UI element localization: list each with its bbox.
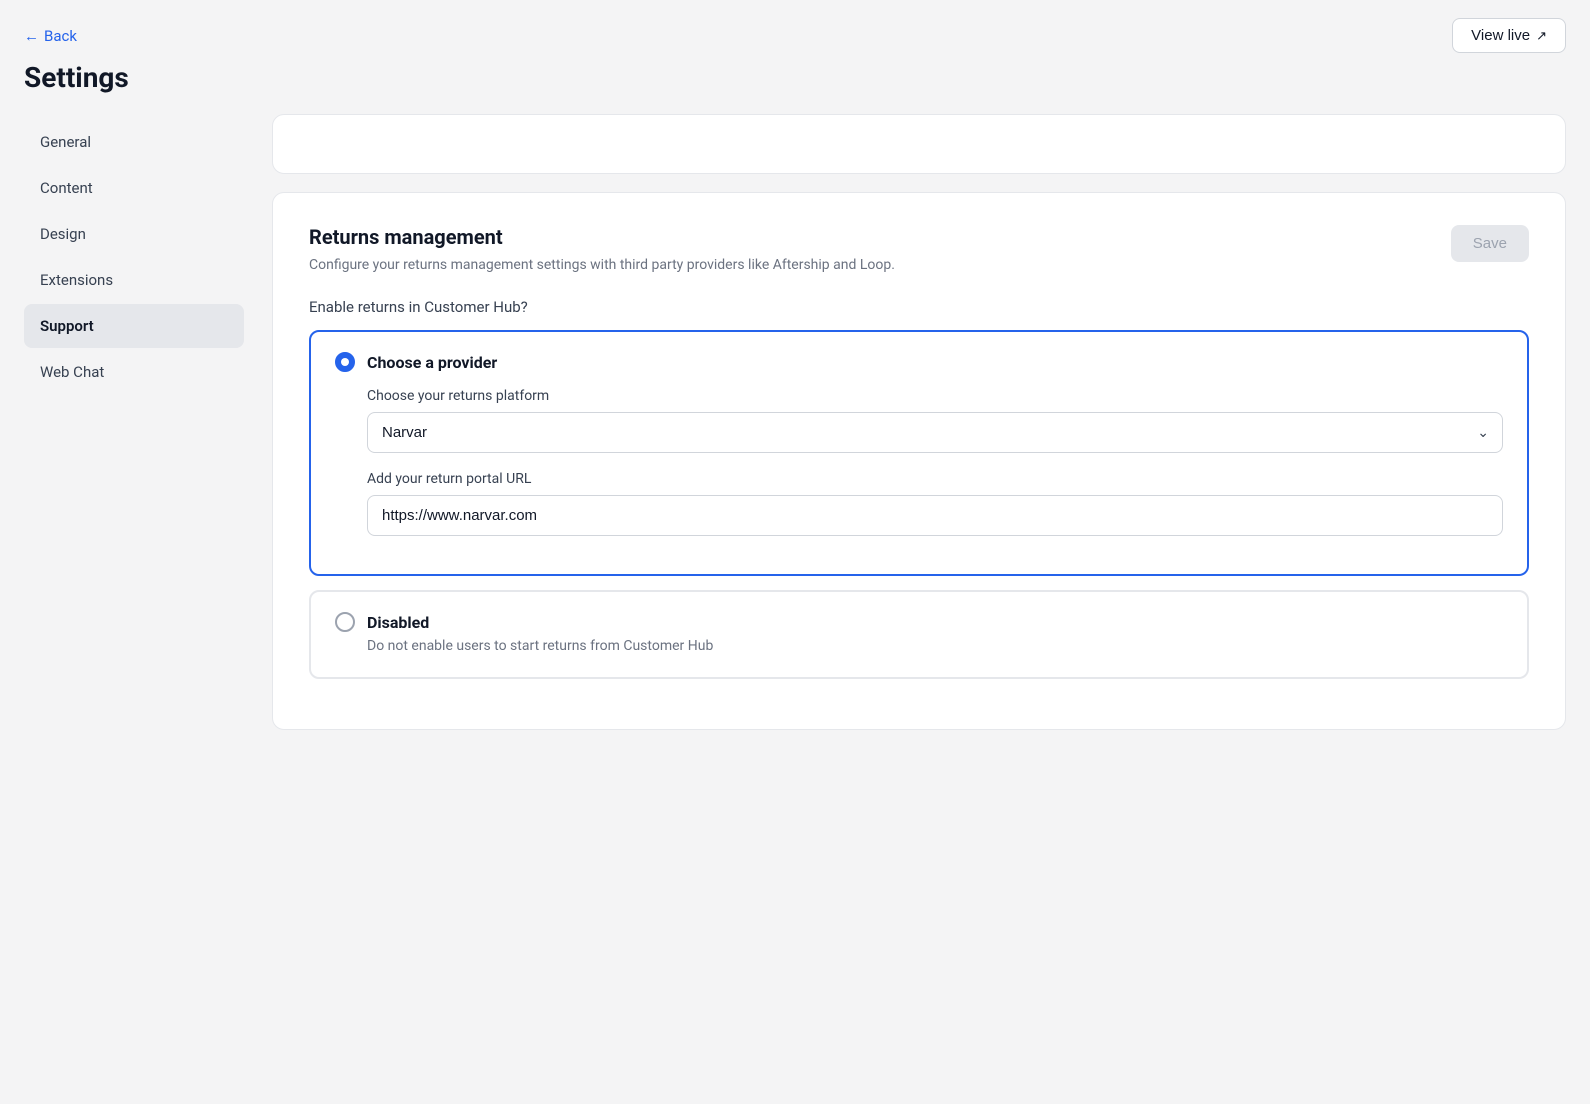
back-link[interactable]: ← Back bbox=[24, 27, 77, 45]
card-header-text: Returns management Configure your return… bbox=[309, 225, 895, 276]
platform-select[interactable]: Narvar Aftership Loop Happy Returns bbox=[367, 412, 1503, 453]
sidebar: General Content Design Extensions Suppor… bbox=[24, 114, 244, 748]
content-area: Returns management Configure your return… bbox=[244, 114, 1566, 748]
partial-top-card bbox=[272, 114, 1566, 174]
disabled-radio-button[interactable] bbox=[335, 612, 355, 632]
provider-radio-button[interactable] bbox=[335, 352, 355, 372]
url-field-label: Add your return portal URL bbox=[367, 471, 1503, 487]
sidebar-item-design-label: Design bbox=[40, 225, 86, 243]
sidebar-item-web-chat[interactable]: Web Chat bbox=[24, 350, 244, 394]
returns-management-card: Returns management Configure your return… bbox=[272, 192, 1566, 730]
url-input[interactable] bbox=[367, 495, 1503, 536]
sidebar-item-extensions[interactable]: Extensions bbox=[24, 258, 244, 302]
view-live-label: View live bbox=[1471, 27, 1530, 44]
sidebar-item-general-label: General bbox=[40, 133, 91, 151]
provider-option-box[interactable]: Choose a provider Choose your returns pl… bbox=[309, 330, 1529, 576]
save-button[interactable]: Save bbox=[1451, 225, 1529, 262]
provider-option-label: Choose a provider bbox=[367, 353, 497, 372]
card-description: Configure your returns management settin… bbox=[309, 255, 895, 276]
disabled-option-label: Disabled bbox=[367, 613, 429, 632]
platform-field-label: Choose your returns platform bbox=[367, 388, 1503, 404]
sidebar-item-design[interactable]: Design bbox=[24, 212, 244, 256]
sidebar-item-content-label: Content bbox=[40, 179, 93, 197]
card-header: Returns management Configure your return… bbox=[309, 225, 1529, 276]
back-label: Back bbox=[44, 27, 77, 45]
page-title: Settings bbox=[24, 61, 1566, 94]
section-label: Enable returns in Customer Hub? bbox=[309, 298, 1529, 316]
card-title: Returns management bbox=[309, 225, 895, 249]
sidebar-item-web-chat-label: Web Chat bbox=[40, 363, 104, 381]
sidebar-item-support[interactable]: Support bbox=[24, 304, 244, 348]
disabled-radio-header: Disabled bbox=[335, 612, 1503, 632]
platform-select-wrapper: Narvar Aftership Loop Happy Returns ⌄ bbox=[367, 412, 1503, 453]
external-link-icon: ↗ bbox=[1536, 28, 1547, 44]
sidebar-item-extensions-label: Extensions bbox=[40, 271, 113, 289]
sidebar-item-general[interactable]: General bbox=[24, 120, 244, 164]
disabled-option-description: Do not enable users to start returns fro… bbox=[367, 636, 1503, 657]
platform-field-group: Choose your returns platform Narvar Afte… bbox=[367, 388, 1503, 453]
disabled-option-box[interactable]: Disabled Do not enable users to start re… bbox=[309, 590, 1529, 679]
sidebar-item-content[interactable]: Content bbox=[24, 166, 244, 210]
url-field-group: Add your return portal URL bbox=[367, 471, 1503, 536]
provider-radio-header: Choose a provider bbox=[335, 352, 1503, 372]
view-live-button[interactable]: View live ↗ bbox=[1452, 18, 1566, 53]
sidebar-item-support-label: Support bbox=[40, 317, 94, 335]
back-arrow-icon: ← bbox=[24, 27, 39, 45]
